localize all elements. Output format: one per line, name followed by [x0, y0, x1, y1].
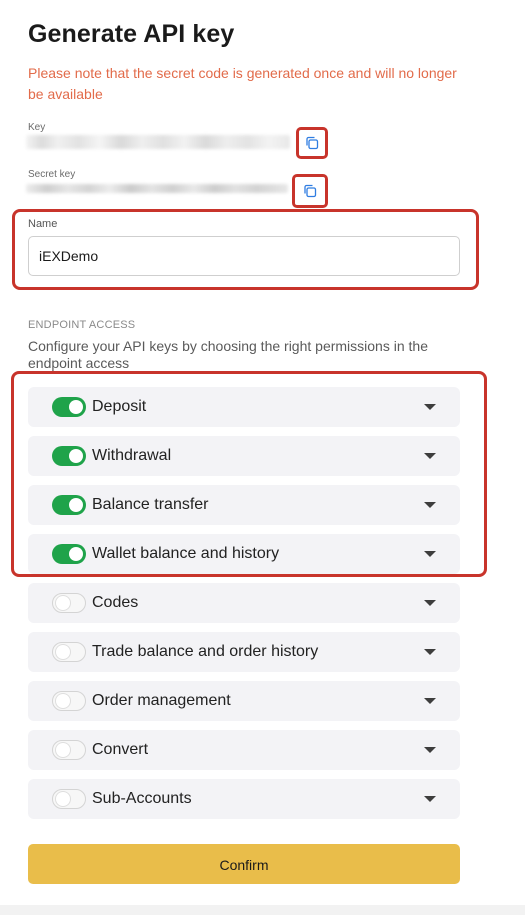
- permission-row-order-management[interactable]: Order management: [28, 681, 460, 721]
- chevron-down-icon[interactable]: [424, 600, 436, 606]
- toggle-knob: [69, 449, 83, 463]
- toggle-knob: [56, 694, 70, 708]
- permission-row-convert[interactable]: Convert: [28, 730, 460, 770]
- codes-toggle[interactable]: [52, 593, 86, 613]
- withdrawal-toggle[interactable]: [52, 446, 86, 466]
- confirm-button[interactable]: Confirm: [28, 844, 460, 884]
- chevron-down-icon[interactable]: [424, 698, 436, 704]
- toggle-knob: [56, 645, 70, 659]
- order-management-toggle[interactable]: [52, 691, 86, 711]
- chevron-down-icon[interactable]: [424, 796, 436, 802]
- sub-accounts-toggle[interactable]: [52, 789, 86, 809]
- permission-label: Withdrawal: [92, 447, 172, 464]
- chevron-down-icon[interactable]: [424, 453, 436, 459]
- wallet-balance-toggle[interactable]: [52, 544, 86, 564]
- page-title: Generate API key: [28, 20, 235, 48]
- permission-row-trade-balance[interactable]: Trade balance and order history: [28, 632, 460, 672]
- chevron-down-icon[interactable]: [424, 404, 436, 410]
- name-input[interactable]: iEXDemo: [28, 236, 460, 276]
- permission-row-deposit[interactable]: Deposit: [28, 387, 460, 427]
- permission-label: Sub-Accounts: [92, 790, 192, 807]
- copy-secret-key-button[interactable]: [292, 174, 328, 208]
- key-label: Key: [28, 122, 46, 133]
- copy-icon: [304, 184, 317, 198]
- balance-transfer-toggle[interactable]: [52, 495, 86, 515]
- permission-row-codes[interactable]: Codes: [28, 583, 460, 623]
- permission-row-balance-transfer[interactable]: Balance transfer: [28, 485, 460, 525]
- permission-label: Deposit: [92, 398, 147, 415]
- permission-row-sub-accounts[interactable]: Sub-Accounts: [28, 779, 460, 819]
- key-value-redacted: [26, 135, 290, 149]
- secret-key-value-redacted: [26, 184, 288, 193]
- generate-api-key-page: Generate API key Please note that the se…: [0, 0, 525, 915]
- name-label: Name: [28, 218, 58, 230]
- footer-divider: [0, 905, 525, 915]
- endpoint-access-description: Configure your API keys by choosing the …: [28, 338, 428, 371]
- permission-label: Convert: [92, 741, 149, 758]
- toggle-knob: [69, 498, 83, 512]
- copy-icon: [306, 136, 319, 150]
- permission-row-wallet-balance[interactable]: Wallet balance and history: [28, 534, 460, 574]
- deposit-toggle[interactable]: [52, 397, 86, 417]
- chevron-down-icon[interactable]: [424, 649, 436, 655]
- endpoint-access-title: ENDPOINT ACCESS: [28, 319, 136, 331]
- permission-label: Balance transfer: [92, 496, 209, 513]
- secret-warning: Please note that the secret code is gene…: [28, 65, 457, 102]
- toggle-knob: [56, 596, 70, 610]
- permission-row-withdrawal[interactable]: Withdrawal: [28, 436, 460, 476]
- copy-key-button[interactable]: [296, 127, 328, 159]
- toggle-knob: [69, 400, 83, 414]
- trade-balance-toggle[interactable]: [52, 642, 86, 662]
- secret-key-label: Secret key: [28, 169, 76, 180]
- chevron-down-icon[interactable]: [424, 502, 436, 508]
- toggle-knob: [56, 792, 70, 806]
- permission-label: Order management: [92, 692, 231, 709]
- toggle-knob: [56, 743, 70, 757]
- permission-label: Codes: [92, 594, 139, 611]
- toggle-knob: [69, 547, 83, 561]
- chevron-down-icon[interactable]: [424, 747, 436, 753]
- permission-label: Wallet balance and history: [92, 545, 280, 562]
- permission-label: Trade balance and order history: [92, 643, 319, 660]
- convert-toggle[interactable]: [52, 740, 86, 760]
- chevron-down-icon[interactable]: [424, 551, 436, 557]
